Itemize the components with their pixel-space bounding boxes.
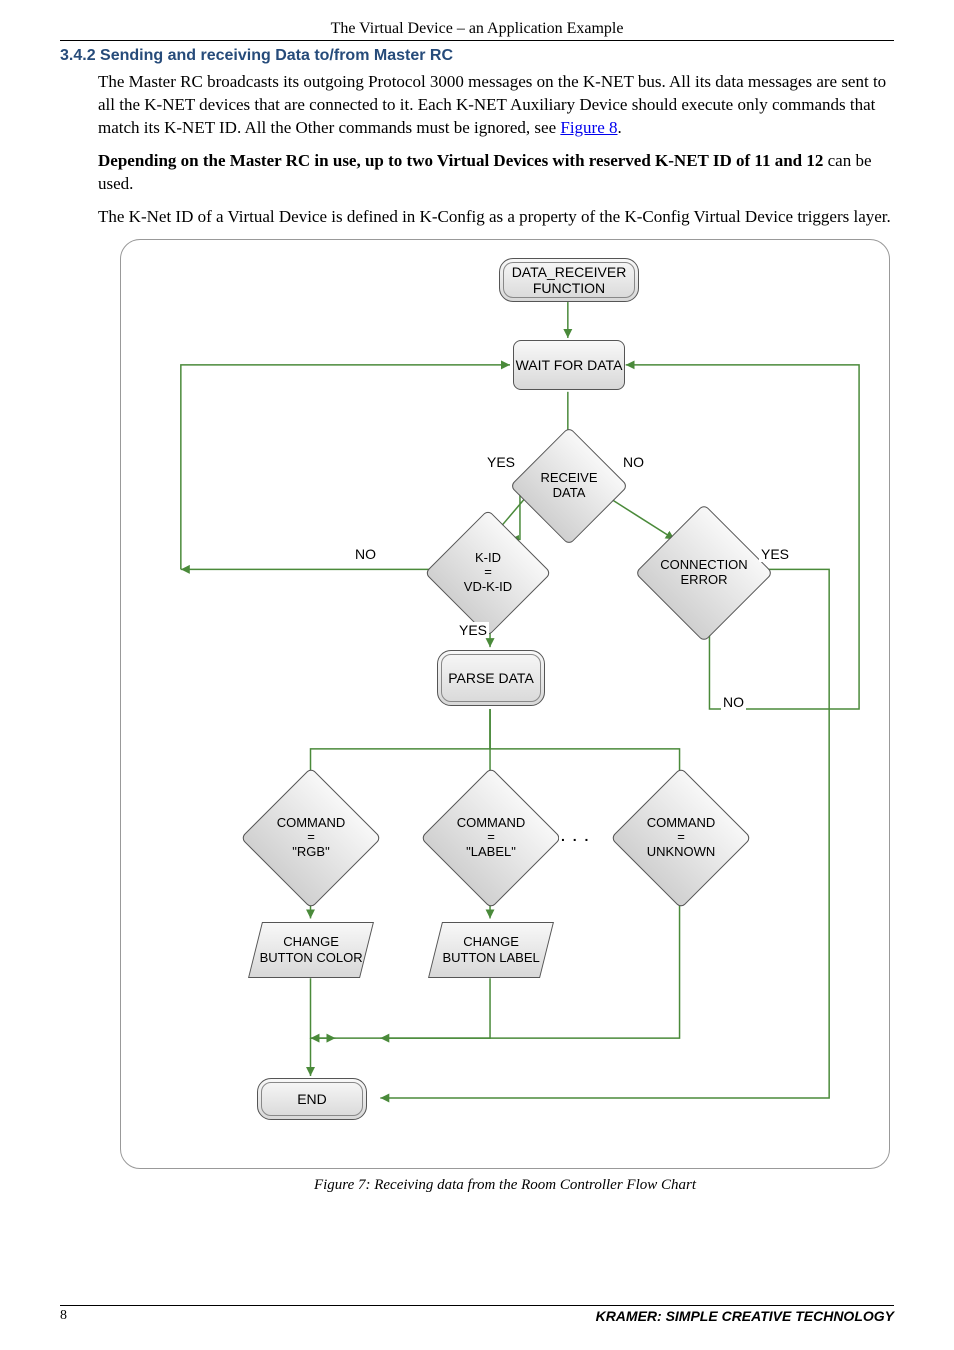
node-kid: K-ID = VD-K-ID <box>443 528 533 618</box>
node-cmd-unknown: COMMAND = UNKNOWN <box>631 788 731 888</box>
section-heading: 3.4.2 Sending and receiving Data to/from… <box>60 47 894 65</box>
node-change-color-label: CHANGE BUTTON COLOR <box>256 934 366 965</box>
page-number: 8 <box>60 1308 67 1324</box>
paragraph-2: Depending on the Master RC in use, up to… <box>98 150 894 196</box>
node-change-label-label: CHANGE BUTTON LABEL <box>436 934 546 965</box>
paragraph-3: The K-Net ID of a Virtual Device is defi… <box>98 206 894 229</box>
figure-7: DATA_RECEIVER FUNCTION WAIT FOR DATA REC… <box>120 239 890 1194</box>
label-kid-yes: YES <box>457 622 489 638</box>
figure-8-link[interactable]: Figure 8 <box>560 118 617 137</box>
node-conn-err: CONNECTION ERROR <box>655 524 753 622</box>
node-end-label: END <box>297 1091 327 1107</box>
label-receive-no: NO <box>621 454 646 470</box>
node-cmd-rgb: COMMAND = "RGB" <box>261 788 361 888</box>
running-header: The Virtual Device – an Application Exam… <box>60 20 894 38</box>
node-parse-data-label: PARSE DATA <box>448 670 534 686</box>
flowchart: DATA_RECEIVER FUNCTION WAIT FOR DATA REC… <box>120 239 890 1169</box>
label-conn-yes: YES <box>759 546 791 562</box>
section-number: 3.4.2 <box>60 47 96 64</box>
node-cmd-label-label: COMMAND = "LABEL" <box>441 788 541 888</box>
footer-brand: KRAMER: SIMPLE CREATIVE TECHNOLOGY <box>596 1308 894 1324</box>
node-kid-label: K-ID = VD-K-ID <box>443 528 533 618</box>
node-change-color: CHANGE BUTTON COLOR <box>248 922 374 978</box>
page-footer: 8 KRAMER: SIMPLE CREATIVE TECHNOLOGY <box>60 1305 894 1324</box>
node-parse-data: PARSE DATA <box>437 650 545 706</box>
node-conn-err-label: CONNECTION ERROR <box>655 524 753 622</box>
figure-caption: Figure 7: Receiving data from the Room C… <box>120 1177 890 1194</box>
node-end: END <box>257 1078 367 1120</box>
node-cmd-unknown-label: COMMAND = UNKNOWN <box>631 788 731 888</box>
node-receive-data-label: RECEIVE DATA <box>527 444 611 528</box>
node-wait-for-data: WAIT FOR DATA <box>513 340 625 390</box>
label-conn-no: NO <box>721 694 746 710</box>
node-cmd-rgb-label: COMMAND = "RGB" <box>261 788 361 888</box>
p1-text-b: . <box>618 118 622 137</box>
p2-bold: Depending on the Master RC in use, up to… <box>98 151 823 170</box>
paragraph-1: The Master RC broadcasts its outgoing Pr… <box>98 71 894 140</box>
p1-text-a: The Master RC broadcasts its outgoing Pr… <box>98 72 886 137</box>
node-data-receiver-label: DATA_RECEIVER FUNCTION <box>500 264 638 296</box>
label-kid-no: NO <box>353 546 378 562</box>
section-title: Sending and receiving Data to/from Maste… <box>100 47 453 64</box>
node-wait-for-data-label: WAIT FOR DATA <box>516 357 623 373</box>
node-ellipsis: . . . <box>559 828 592 844</box>
node-change-label: CHANGE BUTTON LABEL <box>428 922 554 978</box>
node-data-receiver: DATA_RECEIVER FUNCTION <box>499 258 639 302</box>
node-cmd-label: COMMAND = "LABEL" <box>441 788 541 888</box>
header-rule <box>60 40 894 41</box>
label-receive-yes: YES <box>485 454 517 470</box>
node-receive-data: RECEIVE DATA <box>527 444 611 528</box>
